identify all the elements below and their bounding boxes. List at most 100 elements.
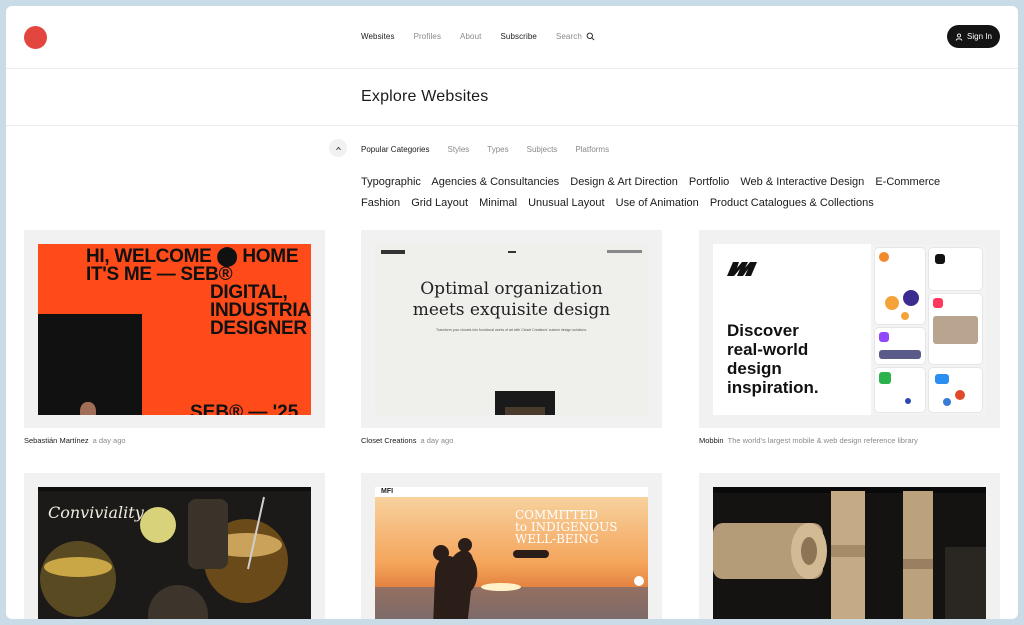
site-card-thumbnail[interactable]: Optimal organization meets exquisite des… [361,230,662,428]
user-icon [955,33,963,41]
site-screenshot: HI, WELCOME ⬤ HOME IT'S ME — SEB® DIGITA… [38,244,311,415]
app-screen-thumbnail [929,294,982,364]
tab-subjects[interactable]: Subjects [527,145,558,154]
mobbin-logo-icon [727,262,757,276]
screenshot-navbar [381,250,642,254]
headline-line: Optimal organization [420,279,603,299]
page-title: Explore Websites [361,88,489,105]
site-screenshot: Optimal organization meets exquisite des… [375,244,648,415]
app-screen-thumbnail [929,248,982,290]
site-card-thumbnail[interactable]: HI, WELCOME ⬤ HOME IT'S ME — SEB® DIGITA… [24,230,325,428]
screenshot-headline: Optimal organization meets exquisite des… [375,279,648,321]
portrait-head [80,402,96,415]
category-link[interactable]: Fashion [361,197,400,209]
collapse-categories-button[interactable] [329,139,347,157]
app-icon [955,390,965,400]
category-link[interactable]: Unusual Layout [528,197,604,209]
category-link[interactable]: Portfolio [689,176,729,188]
category-tabs: Popular Categories Styles Types Subjects… [361,145,627,154]
app-icon [903,290,919,306]
nav-websites[interactable]: Websites [361,32,395,41]
site-header: Websites Profiles About Subscribe Search… [6,6,1018,69]
site-card-thumbnail[interactable] [699,473,1000,619]
app-icon [879,332,889,342]
tab-styles[interactable]: Styles [447,145,469,154]
site-meta: a day ago [420,436,454,445]
app-screen-thumbnail [875,248,925,324]
site-name[interactable]: Closet Creations [361,436,416,445]
site-name[interactable]: Sebastián Martínez [24,436,89,445]
app-icon [885,296,899,310]
app-icon [905,398,911,404]
headline-line: Discover [727,321,799,340]
category-link[interactable]: Web & Interactive Design [740,176,864,188]
nav-search-label: Search [555,32,582,41]
site-logo[interactable] [24,26,47,49]
sculpture-photo [713,487,986,619]
screenshot-headline: Discover real-world design inspiration. [727,321,819,397]
screenshot-footer-text: SEB® — '25 [190,402,299,415]
site-card-caption: Sebastián Martínez a day ago [24,436,126,445]
browser-window: Websites Profiles About Subscribe Search… [6,6,1018,619]
site-card-caption: Closet Creations a day ago [361,436,453,445]
screenshot-headline: COMMITTED to INDIGENOUS WELL-BEING [515,509,617,545]
headline-line: inspiration. [727,378,819,397]
chevron-up-icon [335,146,341,150]
main-nav: Websites Profiles About Subscribe Search [361,32,614,41]
category-link[interactable]: Minimal [479,197,517,209]
app-image [879,350,921,359]
tab-popular-categories[interactable]: Popular Categories [361,145,429,154]
site-screenshot: Discover real-world design inspiration. [713,244,986,415]
app-screen-thumbnail [875,328,925,364]
category-links: Typographic Agencies & Consultancies Des… [361,172,961,214]
app-icon [935,254,945,264]
screenshot-headline: Conviviality [48,503,144,522]
app-icon [879,372,891,384]
mfi-logo: MFI [381,488,394,495]
category-link[interactable]: Agencies & Consultancies [431,176,559,188]
headline-line: meets exquisite design [412,300,611,320]
category-link[interactable]: Product Catalogues & Collections [710,197,874,209]
category-link[interactable]: Grid Layout [411,197,468,209]
category-link[interactable]: Use of Animation [616,197,699,209]
app-icon [879,252,889,262]
sunset-photo [375,487,648,619]
nav-subscribe[interactable]: Subscribe [500,32,536,41]
site-card-thumbnail[interactable]: MFI COMMITTED to INDIGENOUS WELL-BEING [361,473,662,619]
app-image [933,316,978,344]
tab-types[interactable]: Types [487,145,508,154]
site-meta: a day ago [92,436,126,445]
site-card-thumbnail[interactable]: Conviviality [24,473,325,619]
app-icon [901,312,909,320]
title-bar [6,69,1018,126]
site-name[interactable]: Mobbin [699,436,724,445]
app-screen-thumbnail [875,368,925,412]
app-mosaic [871,244,986,415]
category-link[interactable]: Typographic [361,176,421,188]
app-icon [935,374,949,384]
sign-in-label: Sign In [967,32,992,41]
site-screenshot: Conviviality [38,487,311,619]
site-card-caption: Mobbin The world's largest mobile & web d… [699,436,918,445]
site-screenshot [713,487,986,619]
nav-search[interactable]: Search [556,32,595,41]
portrait-photo [38,314,142,415]
search-icon [586,32,595,41]
app-screen-thumbnail [929,368,982,412]
headline-line: real-world [727,340,809,359]
nav-profiles[interactable]: Profiles [414,32,441,41]
screenshot-subtext: Transform your closets into functional w… [435,328,588,332]
closet-photo-detail [505,407,545,415]
site-card-thumbnail[interactable]: Discover real-world design inspiration. [699,230,1000,428]
site-meta: The world's largest mobile & web design … [727,436,918,445]
app-icon [943,398,951,406]
category-link[interactable]: E-Commerce [875,176,940,188]
headline-line: WELL-BEING [515,532,599,546]
headline-line: design [727,359,782,378]
sign-in-button[interactable]: Sign In [947,25,1000,48]
nav-about[interactable]: About [460,32,481,41]
site-screenshot: MFI COMMITTED to INDIGENOUS WELL-BEING [375,487,648,619]
tab-platforms[interactable]: Platforms [575,145,609,154]
category-link[interactable]: Design & Art Direction [570,176,678,188]
app-icon [933,298,943,308]
